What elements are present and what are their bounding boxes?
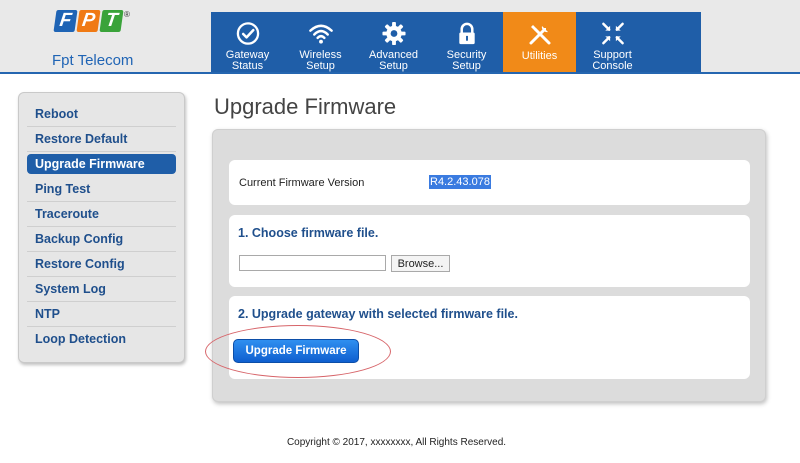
sidebar-item-reboot[interactable]: Reboot <box>27 102 176 127</box>
sidebar-item-system-log[interactable]: System Log <box>27 277 176 302</box>
nav-wireless-setup[interactable]: Wireless Setup <box>284 12 357 72</box>
fpt-logo[interactable]: F P T ® Fpt Telecom <box>52 10 142 69</box>
step2-title: 2. Upgrade gateway with selected firmwar… <box>238 307 518 321</box>
top-nav: Gateway Status Wireless Setup Advanced S… <box>211 12 701 72</box>
highlight-annotation-ellipse <box>205 325 391 378</box>
sidebar-item-ntp[interactable]: NTP <box>27 302 176 327</box>
step1-title: 1. Choose firmware file. <box>238 226 379 240</box>
nav-support-console[interactable]: Support Console <box>576 12 649 72</box>
current-version-label: Current Firmware Version <box>239 177 365 189</box>
nav-label: Wireless Setup <box>299 49 342 72</box>
sidebar-item-restore-default[interactable]: Restore Default <box>27 127 176 152</box>
sidebar-item-restore-config[interactable]: Restore Config <box>27 252 176 277</box>
nav-label: Gateway Status <box>225 49 270 72</box>
logo-letter-f: F <box>53 10 78 32</box>
nav-security-setup[interactable]: Security Setup <box>430 12 503 72</box>
nav-label: Utilities <box>521 50 558 62</box>
logo-letter-t: T <box>99 10 124 32</box>
sidebar-item-loop-detection[interactable]: Loop Detection <box>27 327 176 352</box>
header-divider <box>0 72 800 74</box>
logo-name: Fpt Telecom <box>52 52 134 69</box>
current-version-card: Current Firmware Version R4.2.43.078 <box>229 160 750 205</box>
gear-icon <box>381 21 406 46</box>
wifi-icon <box>308 24 333 44</box>
lock-icon <box>458 22 475 45</box>
copyright-text: Copyright © 2017, xxxxxxxx, All Rights R… <box>286 437 507 448</box>
nav-label: Advanced Setup <box>369 49 418 72</box>
nav-gateway-status[interactable]: Gateway Status <box>211 12 284 72</box>
sidebar-item-ping-test[interactable]: Ping Test <box>27 177 176 202</box>
sidebar-item-traceroute[interactable]: Traceroute <box>27 202 176 227</box>
check-circle-icon <box>236 22 259 45</box>
nav-label: Security Setup <box>446 49 487 72</box>
nav-advanced-setup[interactable]: Advanced Setup <box>357 12 430 72</box>
page-title: Upgrade Firmware <box>214 94 397 119</box>
compress-arrows-icon <box>601 22 624 45</box>
sidebar-item-backup-config[interactable]: Backup Config <box>27 227 176 252</box>
footer: Copyright © 2017, xxxxxxxx, All Rights R… <box>0 437 800 448</box>
nav-label: Support Console <box>592 49 633 72</box>
current-version-value: R4.2.43.078 <box>429 175 491 189</box>
nav-utilities[interactable]: Utilities <box>503 12 576 72</box>
registered-mark: ® <box>124 10 130 19</box>
sidebar-item-upgrade-firmware[interactable]: Upgrade Firmware <box>27 154 176 174</box>
logo-letter-p: P <box>76 10 101 32</box>
tools-icon <box>529 25 550 45</box>
firmware-file-input[interactable] <box>239 255 386 271</box>
browse-button[interactable]: Browse... <box>391 255 450 272</box>
choose-file-card: 1. Choose firmware file. Browse... <box>229 215 750 287</box>
sidebar-menu: Reboot Restore Default Upgrade Firmware … <box>18 92 185 363</box>
